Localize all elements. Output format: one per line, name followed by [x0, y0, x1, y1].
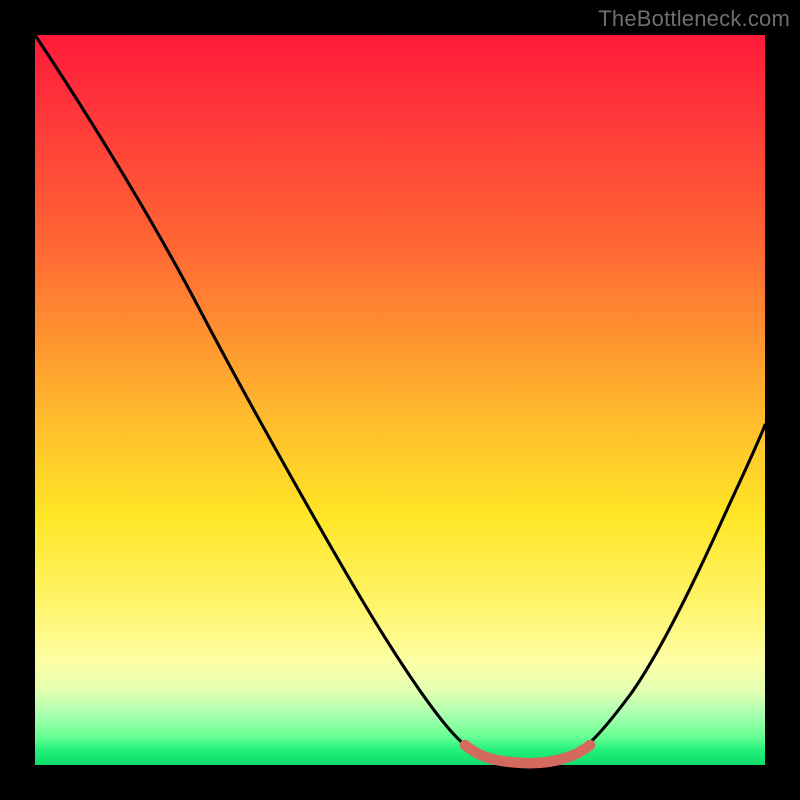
- plot-area: [35, 35, 765, 765]
- watermark-text: TheBottleneck.com: [598, 6, 790, 32]
- main-curve: [35, 35, 765, 763]
- chart-frame: TheBottleneck.com: [0, 0, 800, 800]
- curve-svg: [35, 35, 765, 765]
- basin-segment: [465, 745, 590, 763]
